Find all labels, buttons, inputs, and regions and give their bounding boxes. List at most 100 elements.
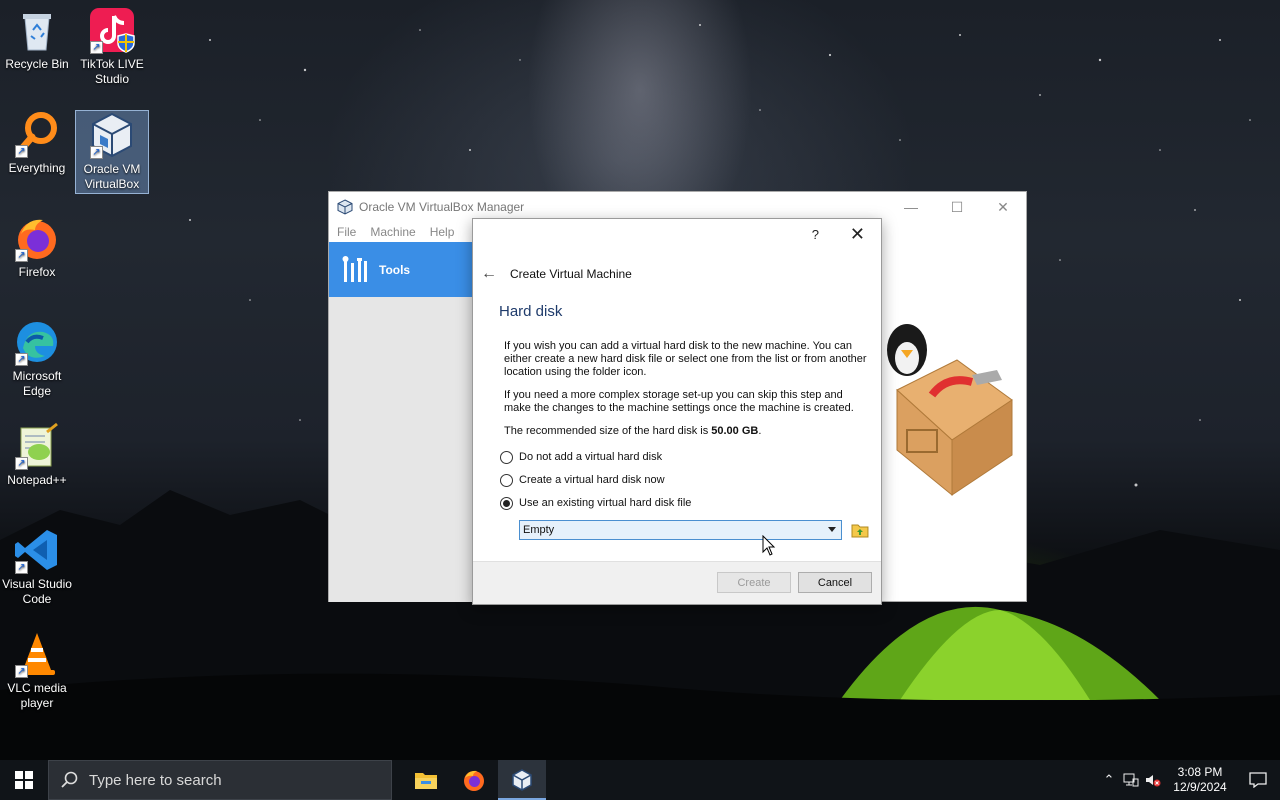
radio-label: Use an existing virtual hard disk file <box>519 497 692 509</box>
mouse-cursor-icon <box>762 535 776 556</box>
shortcut-arrow-icon: ↗ <box>90 41 103 54</box>
shortcut-arrow-icon: ↗ <box>15 561 28 574</box>
close-icon[interactable]: ✕ <box>980 192 1026 222</box>
close-icon[interactable]: ✕ <box>850 224 865 245</box>
page-heading: Hard disk <box>499 303 563 320</box>
radio-label: Create a virtual hard disk now <box>519 474 665 486</box>
file-explorer-icon <box>415 773 437 789</box>
notepadpp-icon: ↗ <box>13 422 61 470</box>
chevron-up-icon[interactable]: ⌃ <box>1098 760 1120 800</box>
shortcut-arrow-icon: ↗ <box>15 145 28 158</box>
dialog-body: If you wish you can add a virtual hard d… <box>473 340 881 540</box>
vlc-icon: ↗ <box>13 630 61 678</box>
shortcut-arrow-icon: ↗ <box>15 353 28 366</box>
taskbar-firefox[interactable] <box>450 760 498 800</box>
menu-file[interactable]: File <box>337 225 356 239</box>
desktop-icon-vlc[interactable]: ↗ VLC media player <box>0 630 74 711</box>
radio-create-disk[interactable]: Create a virtual hard disk now <box>500 469 869 492</box>
desktop-icon-firefox[interactable]: ↗ Firefox <box>0 214 74 280</box>
edge-icon: ↗ <box>13 318 61 366</box>
desktop-icon-label: TikTok LIVE Studio <box>80 57 144 86</box>
windows-logo-icon <box>15 771 33 789</box>
taskbar-search[interactable]: Type here to search <box>48 760 392 800</box>
vscode-icon: ↗ <box>13 526 61 574</box>
recommended-size-suffix: . <box>758 425 762 437</box>
sidebar-tools-label: Tools <box>379 262 411 277</box>
shortcut-arrow-icon: ↗ <box>15 665 28 678</box>
radio-existing-disk[interactable]: Use an existing virtual hard disk file <box>500 492 869 515</box>
create-button[interactable]: Create <box>717 572 791 593</box>
menu-help[interactable]: Help <box>430 225 455 239</box>
notification-center-icon[interactable] <box>1236 772 1280 788</box>
wizard-nav: ← Create Virtual Machine <box>473 251 881 297</box>
taskbar: Type here to search ⌃ 3:08 PM 12/9/2024 <box>0 760 1280 800</box>
volume-muted-icon[interactable] <box>1142 760 1164 800</box>
virtualbox-app-icon <box>337 199 353 215</box>
desktop-icon-notepadpp[interactable]: ↗ Notepad++ <box>0 422 74 488</box>
desktop-icon-label: Notepad++ <box>7 473 67 487</box>
radio-button[interactable] <box>500 451 513 464</box>
desktop-icon-label: Everything <box>8 161 66 175</box>
folder-browse-icon[interactable] <box>851 522 869 538</box>
taskbar-virtualbox[interactable] <box>498 760 546 800</box>
recommended-size-value: 50.00 GB <box>711 425 759 437</box>
firefox-icon <box>464 770 484 791</box>
firefox-icon: ↗ <box>13 214 61 262</box>
tools-icon <box>342 255 367 282</box>
recycle-bin-icon <box>13 6 61 54</box>
radio-button[interactable] <box>500 474 513 487</box>
everything-search-icon: ↗ <box>13 110 61 158</box>
virtualbox-icon: ↗ <box>88 111 136 159</box>
cancel-button[interactable]: Cancel <box>798 572 872 593</box>
description-paragraph: If you need a more complex storage set-u… <box>504 389 854 414</box>
recommended-size-text: The recommended size of the hard disk is… <box>504 425 869 438</box>
radio-label: Do not add a virtual hard disk <box>519 451 663 463</box>
disk-file-select-value: Empty <box>523 523 555 536</box>
clock-time: 3:08 PM <box>1177 765 1223 779</box>
maximize-icon[interactable]: ☐ <box>934 192 980 222</box>
desktop-icon-edge[interactable]: ↗ Microsoft Edge <box>0 318 74 399</box>
start-button[interactable] <box>0 760 48 800</box>
desktop-icon-label: Oracle VM VirtualBox <box>83 162 141 191</box>
desktop-icon-everything[interactable]: ↗ Everything <box>0 110 74 176</box>
desktop-icon-recycle-bin[interactable]: Recycle Bin <box>0 6 74 72</box>
desktop-icon-vscode[interactable]: ↗ Visual Studio Code <box>0 526 74 607</box>
back-arrow-icon[interactable]: ← <box>481 265 501 283</box>
shortcut-arrow-icon: ↗ <box>90 146 103 159</box>
desktop-icon-virtualbox[interactable]: ↗ Oracle VM VirtualBox <box>75 110 149 194</box>
minimize-icon[interactable]: — <box>888 192 934 222</box>
tiktok-live-icon: ↗ <box>88 6 136 54</box>
desktop-icon-label: VLC media player <box>7 681 67 710</box>
recommended-size-prefix: The recommended size of the hard disk is <box>504 425 712 437</box>
radio-button-checked[interactable] <box>500 497 513 510</box>
help-button[interactable]: ? <box>812 227 819 242</box>
tux-toolbox-illustration <box>887 324 1013 497</box>
desktop-icon-label: Recycle Bin <box>5 57 69 71</box>
machine-sidebar: Tools <box>329 242 474 602</box>
disk-file-select[interactable]: Empty <box>519 520 843 540</box>
create-vm-dialog: ? ✕ ← Create Virtual Machine Hard disk I… <box>472 218 882 605</box>
network-icon[interactable] <box>1120 760 1142 800</box>
dialog-titlebar[interactable]: ? ✕ <box>473 219 881 251</box>
desktop-icon-label: Visual Studio Code <box>2 577 72 606</box>
virtualbox-icon <box>512 769 532 791</box>
clock[interactable]: 3:08 PM 12/9/2024 <box>1164 765 1236 795</box>
clock-date: 12/9/2024 <box>1173 780 1227 794</box>
desktop-icon-label: Firefox <box>18 265 56 279</box>
system-tray: ⌃ 3:08 PM 12/9/2024 <box>1098 760 1280 800</box>
description-paragraph: If you wish you can add a virtual hard d… <box>504 340 867 378</box>
window-title: Oracle VM VirtualBox Manager <box>359 200 525 214</box>
dialog-footer: Create Cancel <box>473 561 881 604</box>
desktop-icon-label: Microsoft Edge <box>12 369 62 398</box>
taskbar-file-explorer[interactable] <box>402 760 450 800</box>
sidebar-item-tools[interactable]: Tools <box>329 242 474 297</box>
search-placeholder: Type here to search <box>89 771 222 789</box>
menu-machine[interactable]: Machine <box>370 225 415 239</box>
radio-no-disk[interactable]: Do not add a virtual hard disk <box>500 446 869 469</box>
shortcut-arrow-icon: ↗ <box>15 457 28 470</box>
shortcut-arrow-icon: ↗ <box>15 249 28 262</box>
wizard-title: Create Virtual Machine <box>510 267 632 281</box>
desktop-icon-tiktok-live[interactable]: ↗ TikTok LIVE Studio <box>75 6 149 87</box>
disk-selector-row: Empty <box>519 520 869 540</box>
chevron-down-icon <box>828 527 837 532</box>
